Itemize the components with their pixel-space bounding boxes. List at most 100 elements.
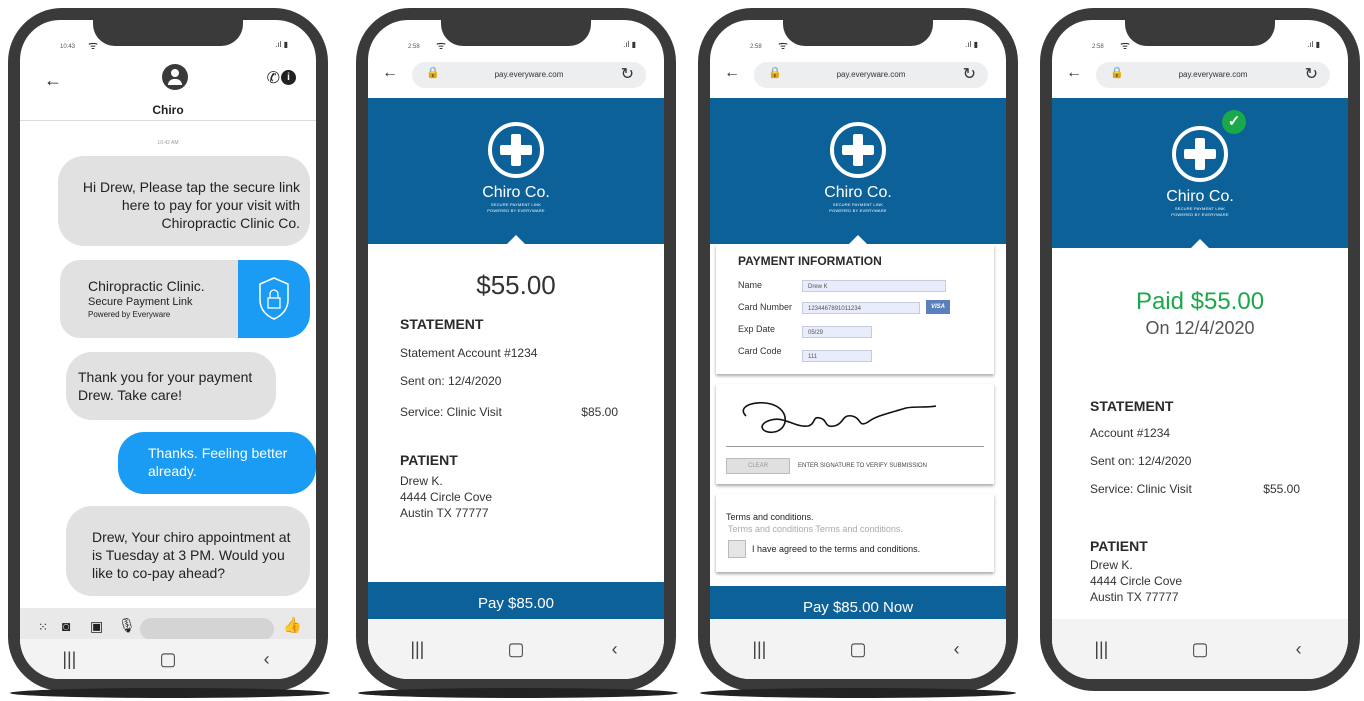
exp-date-field[interactable]: 05/29: [802, 326, 872, 338]
name-field[interactable]: Drew K: [802, 280, 946, 292]
message-input[interactable]: [140, 618, 274, 640]
status-time: 2:58: [408, 44, 420, 50]
brand-header: ✓ Chiro Co. SECURE PAYMENT LINK POWERED …: [1052, 98, 1348, 249]
service-amount: $55.00: [1263, 482, 1300, 496]
recent-apps-icon[interactable]: |||: [397, 639, 437, 660]
message-bubble-sent: Thanks. Feeling better already.: [118, 432, 316, 494]
service-label: Service: Clinic Visit: [1090, 482, 1192, 496]
notch: [1125, 20, 1275, 46]
android-navbar: ||| ▢ ‹: [368, 619, 664, 679]
amount-due: $55.00: [476, 270, 556, 300]
service-amount: $85.00: [581, 405, 618, 419]
android-navbar: ||| ▢ ‹: [20, 639, 316, 679]
signature-pad[interactable]: [716, 384, 994, 444]
brand-name: Chiro Co.: [482, 184, 550, 201]
reload-icon[interactable]: ↻: [621, 64, 634, 84]
link-title: Chiropractic Clinic.: [88, 278, 205, 294]
patient-address-2: Austin TX 77777: [1090, 590, 1179, 604]
sms-screen: 10:43 ᯤ .ıl ▮ ← Chiro ✆ i 10:42 AM Hi Dr…: [20, 20, 316, 679]
phone-call-icon[interactable]: ✆: [267, 68, 280, 88]
home-icon[interactable]: ▢: [148, 649, 188, 670]
home-icon[interactable]: ▢: [838, 639, 878, 660]
header-pointer: [506, 235, 526, 245]
address-field[interactable]: 🔒 pay.everyware.com ↻: [1096, 62, 1330, 88]
status-time: 2:58: [750, 44, 762, 50]
home-icon[interactable]: ▢: [496, 639, 536, 660]
gallery-icon[interactable]: ▣: [90, 618, 103, 635]
agree-checkbox[interactable]: [728, 540, 746, 558]
statement-screen: 2:58 ᯤ .ıl ▮ ← 🔒 pay.everyware.com ↻ Chi…: [368, 20, 664, 679]
visa-badge: VISA: [926, 300, 950, 314]
exp-date-label: Exp Date: [738, 324, 776, 334]
card-code-field[interactable]: 111: [802, 350, 872, 362]
thumbs-up-icon[interactable]: 👍: [283, 616, 302, 634]
card-number-field[interactable]: 1234467891011234: [802, 302, 920, 314]
back-icon[interactable]: ‹: [247, 649, 287, 670]
browser-url-bar: ← 🔒 pay.everyware.com ↻: [1062, 60, 1338, 90]
back-arrow-icon[interactable]: ←: [44, 70, 62, 91]
url-text: pay.everyware.com: [1178, 70, 1248, 79]
camera-icon[interactable]: ◙: [62, 618, 70, 634]
address-field[interactable]: 🔒 pay.everyware.com ↻: [754, 62, 988, 88]
back-icon[interactable]: ‹: [595, 639, 635, 660]
android-navbar: ||| ▢ ‹: [710, 619, 1006, 679]
patient-address-2: Austin TX 77777: [400, 506, 489, 520]
brand-header: Chiro Co. SECURE PAYMENT LINK POWERED BY…: [710, 98, 1006, 245]
phone-statement: 2:58 ᯤ .ıl ▮ ← 🔒 pay.everyware.com ↻ Chi…: [356, 8, 676, 691]
signature-card: CLEAR ENTER SIGNATURE TO VERIFY SUBMISSI…: [716, 384, 994, 484]
battery-icon: .ıl ▮: [275, 40, 288, 49]
message-text: Drew, Your chiro appointment at is Tuesd…: [92, 529, 291, 581]
message-bubble-received: Hi Drew, Please tap the secure link here…: [58, 156, 310, 246]
home-icon[interactable]: ▢: [1180, 639, 1220, 660]
patient-address-1: 4444 Circle Cove: [400, 490, 493, 504]
status-time: 2:58: [1092, 44, 1104, 50]
reload-icon[interactable]: ↻: [963, 64, 976, 84]
wifi-icon: ᯤ: [1120, 40, 1131, 52]
brand-header: Chiro Co. SECURE PAYMENT LINK POWERED BY…: [368, 98, 664, 245]
header-pointer: [1190, 239, 1210, 249]
message-text: Thanks. Feeling better already.: [148, 445, 288, 479]
recent-apps-icon[interactable]: |||: [1081, 639, 1121, 660]
medical-cross-logo-icon: [830, 122, 886, 178]
battery-icon: .ıl ▮: [1307, 40, 1320, 49]
back-arrow-icon[interactable]: ←: [724, 64, 740, 82]
browser-url-bar: ← 🔒 pay.everyware.com ↻: [378, 60, 654, 90]
recent-apps-icon[interactable]: |||: [49, 649, 89, 670]
back-arrow-icon[interactable]: ←: [1066, 64, 1082, 82]
apps-icon[interactable]: ⁙: [38, 620, 48, 634]
statement-title: STATEMENT: [1090, 398, 1174, 414]
payment-link-card[interactable]: Chiropractic Clinic. Secure Payment Link…: [60, 260, 310, 338]
card-code-label: Card Code: [738, 346, 782, 356]
statement-sent: Sent on: 12/4/2020: [400, 374, 502, 388]
patient-name: Drew K.: [1090, 558, 1133, 572]
signature-line: [726, 446, 984, 447]
recent-apps-icon[interactable]: |||: [739, 639, 779, 660]
patient-title: PATIENT: [400, 452, 458, 468]
back-arrow-icon[interactable]: ←: [382, 64, 398, 82]
address-field[interactable]: 🔒 pay.everyware.com ↻: [412, 62, 646, 88]
back-icon[interactable]: ‹: [1279, 639, 1319, 660]
microphone-icon[interactable]: 🎙: [118, 617, 136, 634]
paid-amount: Paid $55.00: [1135, 288, 1265, 315]
phone-paid: 2:58 ᯤ .ıl ▮ ← 🔒 pay.everyware.com ↻ ✓ C…: [1040, 8, 1360, 691]
message-text: Hi Drew, Please tap the secure link here…: [82, 179, 300, 231]
notch: [93, 20, 243, 46]
payment-screen: 2:58 ᯤ .ıl ▮ ← 🔒 pay.everyware.com ↻ Chi…: [710, 20, 1006, 679]
success-check-icon: ✓: [1222, 110, 1246, 134]
service-label: Service: Clinic Visit: [400, 405, 502, 419]
link-line1: Secure Payment Link: [88, 296, 193, 308]
back-icon[interactable]: ‹: [937, 639, 977, 660]
phone-shadow: [358, 688, 678, 698]
statement-account: Statement Account #1234: [400, 346, 538, 360]
info-icon[interactable]: i: [281, 70, 296, 85]
url-text: pay.everyware.com: [836, 70, 906, 79]
clear-button[interactable]: CLEAR: [726, 458, 790, 474]
link-line2: Powered by Everyware: [88, 310, 171, 319]
wifi-icon: ᯤ: [778, 40, 789, 52]
phone-shadow: [10, 688, 330, 698]
patient-name: Drew K.: [400, 474, 443, 488]
android-navbar: ||| ▢ ‹: [1052, 619, 1348, 679]
payment-info-card: PAYMENT INFORMATION Name Drew K Card Num…: [716, 244, 994, 374]
notch: [783, 20, 933, 46]
reload-icon[interactable]: ↻: [1305, 64, 1318, 84]
